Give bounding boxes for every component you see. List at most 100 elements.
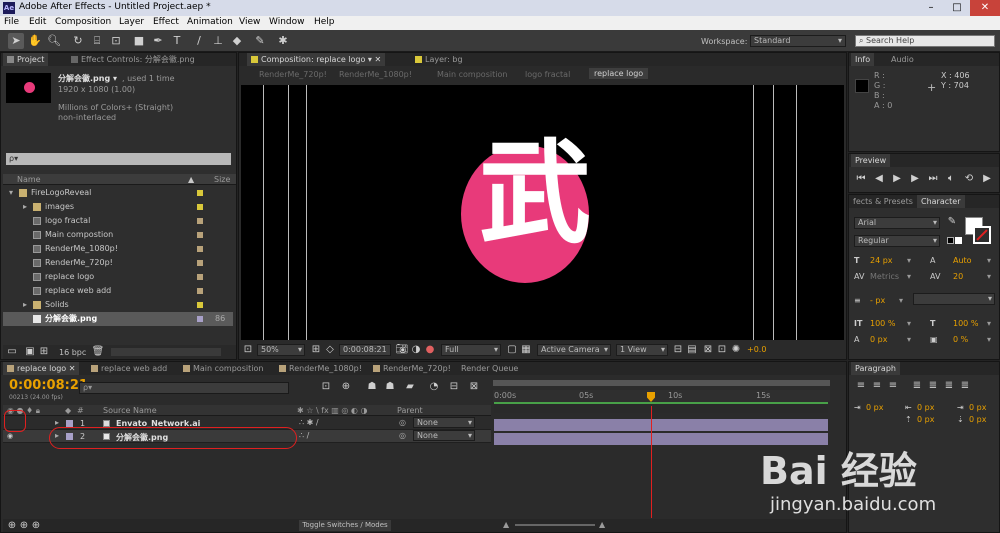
next-frame-icon[interactable]: ▶	[908, 172, 922, 186]
column-size[interactable]: Size	[214, 175, 230, 184]
hide-shy-icon[interactable]: ☗	[383, 380, 397, 394]
justify-center-icon[interactable]: ≣	[926, 379, 940, 393]
chevron-down-icon[interactable]: ▾	[987, 256, 991, 265]
puppet-pin-icon[interactable]: ✱	[275, 33, 291, 49]
chevron-down-icon[interactable]: ▾	[907, 256, 911, 265]
loop-icon[interactable]: ⟲	[962, 172, 976, 186]
menu-animation[interactable]: Animation	[187, 17, 233, 27]
timeline-search-input[interactable]: ρ▾	[79, 382, 289, 394]
label-color-swatch[interactable]	[197, 316, 203, 322]
column-name[interactable]: Name	[17, 175, 41, 184]
tab-composition[interactable]: Composition: replace logo ▾ ✕	[247, 53, 386, 66]
comp-timecode[interactable]: 0:00:08:21	[339, 344, 391, 356]
prev-frame-icon[interactable]: ◀	[872, 172, 886, 186]
tab-layer-bg[interactable]: Layer: bg	[411, 53, 467, 66]
disclosure-triangle-icon[interactable]: ▾	[9, 186, 13, 200]
align-left-icon[interactable]: ≡	[854, 379, 868, 393]
brainstorm-icon[interactable]: ⊠	[467, 380, 481, 394]
project-item[interactable]: ▸ Solids	[3, 298, 233, 312]
menu-help[interactable]: Help	[314, 17, 335, 27]
zoom-in-icon[interactable]: ▲	[599, 520, 605, 529]
label-color-swatch[interactable]	[197, 274, 203, 280]
work-area-bar[interactable]	[493, 380, 830, 386]
menu-composition[interactable]: Composition	[55, 17, 111, 27]
tab-info[interactable]: Info	[851, 53, 875, 66]
flowchart-icon[interactable]: ⊡	[715, 343, 729, 357]
tab-audio[interactable]: Audio	[887, 53, 918, 66]
tab-effects-presets[interactable]: fects & Presets	[849, 195, 917, 208]
channel-icon[interactable]: ●	[423, 343, 437, 357]
zoom-out-icon[interactable]: ▲	[503, 520, 509, 529]
disclosure-triangle-icon[interactable]: ▸	[23, 298, 27, 312]
snapshot-icon[interactable]: 📷︎	[395, 343, 409, 357]
bit-depth[interactable]: 16 bpc	[59, 348, 86, 357]
project-item[interactable]: RenderMe_720p!	[3, 256, 233, 270]
visibility-eye-icon[interactable]: ◉	[7, 432, 13, 440]
play-icon[interactable]: ▶	[890, 172, 904, 186]
eraser-icon[interactable]: ◆	[229, 33, 245, 49]
chevron-down-icon[interactable]: ▾	[907, 319, 911, 328]
indent-right-value[interactable]: 0 px	[917, 403, 934, 412]
mask-visibility-icon[interactable]: ◇	[323, 343, 337, 357]
baseline-shift-value[interactable]: 0 px	[870, 335, 887, 344]
tab-renderme-1080p[interactable]: RenderMe_1080p!	[275, 362, 366, 375]
close-button[interactable]: ✕	[970, 0, 1000, 16]
label-color-swatch[interactable]	[197, 302, 203, 308]
tab-preview[interactable]: Preview	[851, 154, 891, 167]
region-of-interest-icon[interactable]: ▢	[505, 343, 519, 357]
zoom-tool-icon[interactable]: 🔍︎	[46, 33, 62, 49]
last-frame-icon[interactable]: ⏭	[926, 172, 940, 186]
parent-pickwhip-icon[interactable]: ◎	[399, 418, 406, 427]
chevron-down-icon[interactable]: ▾	[907, 335, 911, 344]
hand-tool-icon[interactable]: ✋	[27, 33, 43, 49]
live-update-icon[interactable]: ⊕	[339, 380, 353, 394]
layer-label-swatch[interactable]	[66, 420, 73, 427]
menu-window[interactable]: Window	[269, 17, 305, 27]
tab-project[interactable]: Project	[3, 53, 49, 66]
chevron-down-icon[interactable]: ▾	[987, 335, 991, 344]
frame-blend-icon[interactable]: ▰	[403, 380, 417, 394]
clone-stamp-icon[interactable]: ⊥	[210, 33, 226, 49]
rectangle-tool-icon[interactable]: ■	[131, 33, 147, 49]
label-color-swatch[interactable]	[197, 190, 203, 196]
project-item[interactable]: 分解会徽.png 86	[3, 312, 233, 326]
breadcrumb-main-composition[interactable]: Main composition	[437, 70, 507, 79]
chevron-down-icon[interactable]: ▾	[987, 272, 991, 281]
layer-switches[interactable]: ∴ ✱ /	[299, 418, 319, 427]
project-item[interactable]: ▾ FireLogoReveal	[3, 186, 233, 200]
toggle-switches-modes-button[interactable]: Toggle Switches / Modes	[299, 520, 391, 531]
timeline-timecode[interactable]: 0:00:08:21	[9, 378, 88, 393]
chevron-down-icon[interactable]: ▾	[987, 319, 991, 328]
toggle-pixel-aspect-icon[interactable]: ⊟	[671, 343, 685, 357]
white-swatch[interactable]	[955, 237, 962, 244]
expand-layer-icon[interactable]: ▸	[55, 418, 59, 427]
label-color-swatch[interactable]	[197, 232, 203, 238]
justify-right-icon[interactable]: ≣	[942, 379, 956, 393]
menu-file[interactable]: File	[4, 17, 19, 27]
menu-layer[interactable]: Layer	[119, 17, 144, 27]
select-tool-icon[interactable]: ➤	[8, 33, 24, 49]
search-help-input[interactable]: ⌕ Search Help	[855, 35, 995, 47]
font-style-select[interactable]: Regular ▾	[854, 235, 940, 247]
tracking-value[interactable]: 20	[953, 272, 963, 281]
project-item[interactable]: replace logo	[3, 270, 233, 284]
leading-value[interactable]: Auto	[953, 256, 972, 265]
project-scrollbar[interactable]	[111, 348, 221, 356]
label-color-swatch[interactable]	[197, 204, 203, 210]
parent-pickwhip-icon[interactable]: ◎	[399, 431, 406, 440]
comp-viewer[interactable]: 武	[241, 85, 844, 340]
font-size-value[interactable]: 24 px	[870, 256, 893, 265]
delete-icon[interactable]: 🗑︎	[91, 345, 105, 359]
indent-left-value[interactable]: 0 px	[866, 403, 883, 412]
tab-render-queue[interactable]: Render Queue	[457, 362, 522, 375]
motion-blur-icon[interactable]: ◔	[427, 380, 441, 394]
black-swatch[interactable]	[947, 237, 954, 244]
roto-brush-icon[interactable]: ✎	[252, 33, 268, 49]
tab-effect-controls[interactable]: Effect Controls: 分解会徽.png	[67, 53, 199, 66]
tab-renderme-720p[interactable]: RenderMe_720p!	[369, 362, 455, 375]
layer-switches[interactable]: ∴ /	[299, 431, 309, 440]
label-color-swatch[interactable]	[197, 218, 203, 224]
project-item[interactable]: Main compostion	[3, 228, 233, 242]
label-color-swatch[interactable]	[197, 288, 203, 294]
selected-file-name[interactable]: 分解会徽.png ▾	[58, 73, 117, 84]
